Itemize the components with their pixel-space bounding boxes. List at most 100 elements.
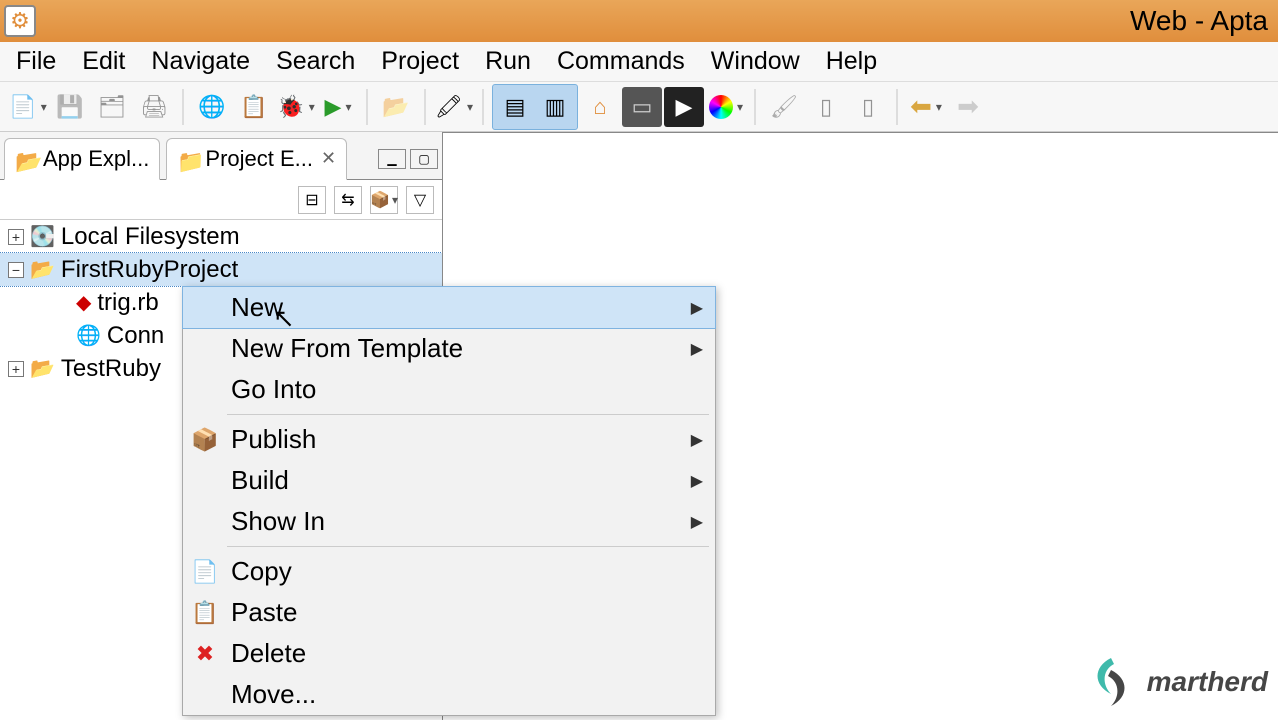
submenu-arrow-icon: ▶: [691, 512, 703, 532]
collapse-icon[interactable]: −: [8, 262, 24, 278]
context-menu-paste[interactable]: 📋 Paste: [183, 592, 715, 633]
project-folder-icon: 📂: [30, 257, 55, 282]
window-title: Web - Apta: [1130, 5, 1268, 37]
view-menu-button[interactable]: ▽: [406, 186, 434, 214]
project-folder-icon: 📂: [30, 356, 55, 381]
menu-item-label: Move...: [227, 679, 703, 710]
menu-item-label: New: [227, 292, 691, 323]
context-menu-delete[interactable]: ✖ Delete: [183, 633, 715, 674]
color-picker-button[interactable]: [706, 87, 746, 127]
tab-label: Project E...: [205, 146, 313, 172]
app-explorer-icon: 📂: [15, 149, 35, 169]
open-folder-button[interactable]: 📂: [376, 87, 416, 127]
ruby-file-icon: ◆: [76, 290, 91, 315]
expand-icon[interactable]: +: [8, 229, 24, 245]
minimize-panel-button[interactable]: ▁: [378, 149, 406, 169]
run-button[interactable]: ▶: [318, 87, 358, 127]
context-menu-new-from-template[interactable]: New From Template ▶: [183, 328, 715, 369]
print-button[interactable]: 🖨: [134, 87, 174, 127]
tab-app-explorer[interactable]: 📂 App Expl...: [4, 138, 160, 180]
smartherd-logo-icon: [1081, 652, 1141, 712]
context-menu-new[interactable]: New ▶: [183, 287, 715, 328]
menu-file[interactable]: File: [6, 43, 66, 80]
disk-icon: 💽: [30, 224, 55, 249]
copy-icon: 📄: [183, 559, 227, 585]
toolbar-separator: [366, 89, 368, 125]
context-menu-go-into[interactable]: Go Into: [183, 369, 715, 410]
app-gear-icon: ⚙: [4, 5, 36, 37]
home-button[interactable]: ⌂: [580, 87, 620, 127]
tree-label: Conn: [107, 322, 164, 350]
collapse-all-button[interactable]: ⊟: [298, 186, 326, 214]
menu-project[interactable]: Project: [371, 43, 469, 80]
brush-button[interactable]: 🖌: [764, 87, 804, 127]
panel-controls: ▁ ▢: [378, 149, 438, 169]
toolbar-separator: [896, 89, 898, 125]
menu-item-label: Publish: [227, 424, 691, 455]
menu-separator: [227, 414, 709, 415]
save-button[interactable]: 💾: [50, 87, 90, 127]
color-wheel-icon: [709, 95, 733, 119]
context-menu-move[interactable]: Move...: [183, 674, 715, 715]
menu-search[interactable]: Search: [266, 43, 365, 80]
menu-help[interactable]: Help: [816, 43, 887, 80]
globe-icon: 🌐: [76, 323, 101, 348]
tree-node-local-filesystem[interactable]: + 💽 Local Filesystem: [0, 220, 442, 253]
submenu-arrow-icon: ▶: [691, 471, 703, 491]
menu-window[interactable]: Window: [701, 43, 810, 80]
menu-run[interactable]: Run: [475, 43, 541, 80]
context-menu: New ▶ New From Template ▶ Go Into 📦 Publ…: [182, 286, 716, 716]
panel2-button[interactable]: ▯: [848, 87, 888, 127]
menu-item-label: Go Into: [227, 374, 703, 405]
layout-toggle-group: ▤ ▥: [492, 84, 578, 130]
menu-item-label: New From Template: [227, 333, 691, 364]
watermark-logo: martherd: [1081, 652, 1268, 712]
tab-project-explorer[interactable]: 📁 Project E... ✕: [166, 138, 347, 180]
tree-label: TestRuby: [61, 355, 161, 383]
layout-right-button[interactable]: ▥: [535, 87, 575, 127]
highlighter-button[interactable]: 🖍: [434, 87, 474, 127]
expand-icon[interactable]: +: [8, 361, 24, 377]
menu-commands[interactable]: Commands: [547, 43, 695, 80]
tree-node-firstrubyproject[interactable]: − 📂 FirstRubyProject: [0, 253, 442, 286]
toolbar-separator: [182, 89, 184, 125]
maximize-panel-button[interactable]: ▢: [410, 149, 438, 169]
back-button[interactable]: ⬅: [906, 87, 946, 127]
watermark-text: martherd: [1147, 666, 1268, 698]
menu-edit[interactable]: Edit: [72, 43, 135, 80]
project-explorer-icon: 📁: [177, 149, 197, 169]
context-menu-show-in[interactable]: Show In ▶: [183, 501, 715, 542]
panel1-button[interactable]: ▯: [806, 87, 846, 127]
screen-button[interactable]: ▭: [622, 87, 662, 127]
menu-separator: [227, 546, 709, 547]
submenu-arrow-icon: ▶: [691, 339, 703, 359]
menu-navigate[interactable]: Navigate: [141, 43, 260, 80]
submenu-arrow-icon: ▶: [691, 430, 703, 450]
package-button[interactable]: 📦: [370, 186, 398, 214]
tree-label: Local Filesystem: [61, 223, 240, 251]
menu-item-label: Paste: [227, 597, 703, 628]
delete-icon: ✖: [183, 641, 227, 667]
forward-button[interactable]: ➡: [948, 87, 988, 127]
layout-left-button[interactable]: ▤: [495, 87, 535, 127]
context-menu-publish[interactable]: 📦 Publish ▶: [183, 419, 715, 460]
doc-button[interactable]: 📋: [234, 87, 274, 127]
context-menu-build[interactable]: Build ▶: [183, 460, 715, 501]
context-menu-copy[interactable]: 📄 Copy: [183, 551, 715, 592]
save-all-button[interactable]: 🗂: [92, 87, 132, 127]
tree-label: trig.rb: [97, 289, 158, 317]
globe-button[interactable]: 🌐: [192, 87, 232, 127]
toolbar-separator: [424, 89, 426, 125]
terminal-button[interactable]: ▶: [664, 87, 704, 127]
toolbar: 📄 💾 🗂 🖨 🌐 📋 🐞 ▶ 📂 🖍 ▤ ▥ ⌂ ▭ ▶ 🖌 ▯ ▯ ⬅ ➡: [0, 82, 1278, 132]
menu-item-label: Build: [227, 465, 691, 496]
debug-button[interactable]: 🐞: [276, 87, 316, 127]
toolbar-separator: [754, 89, 756, 125]
link-editor-button[interactable]: ⇆: [334, 186, 362, 214]
title-bar: ⚙ Web - Apta: [0, 0, 1278, 42]
close-icon[interactable]: ✕: [321, 148, 336, 169]
new-file-button[interactable]: 📄: [8, 87, 48, 127]
toolbar-separator: [482, 89, 484, 125]
menu-item-label: Show In: [227, 506, 691, 537]
tab-label: App Expl...: [43, 146, 149, 172]
